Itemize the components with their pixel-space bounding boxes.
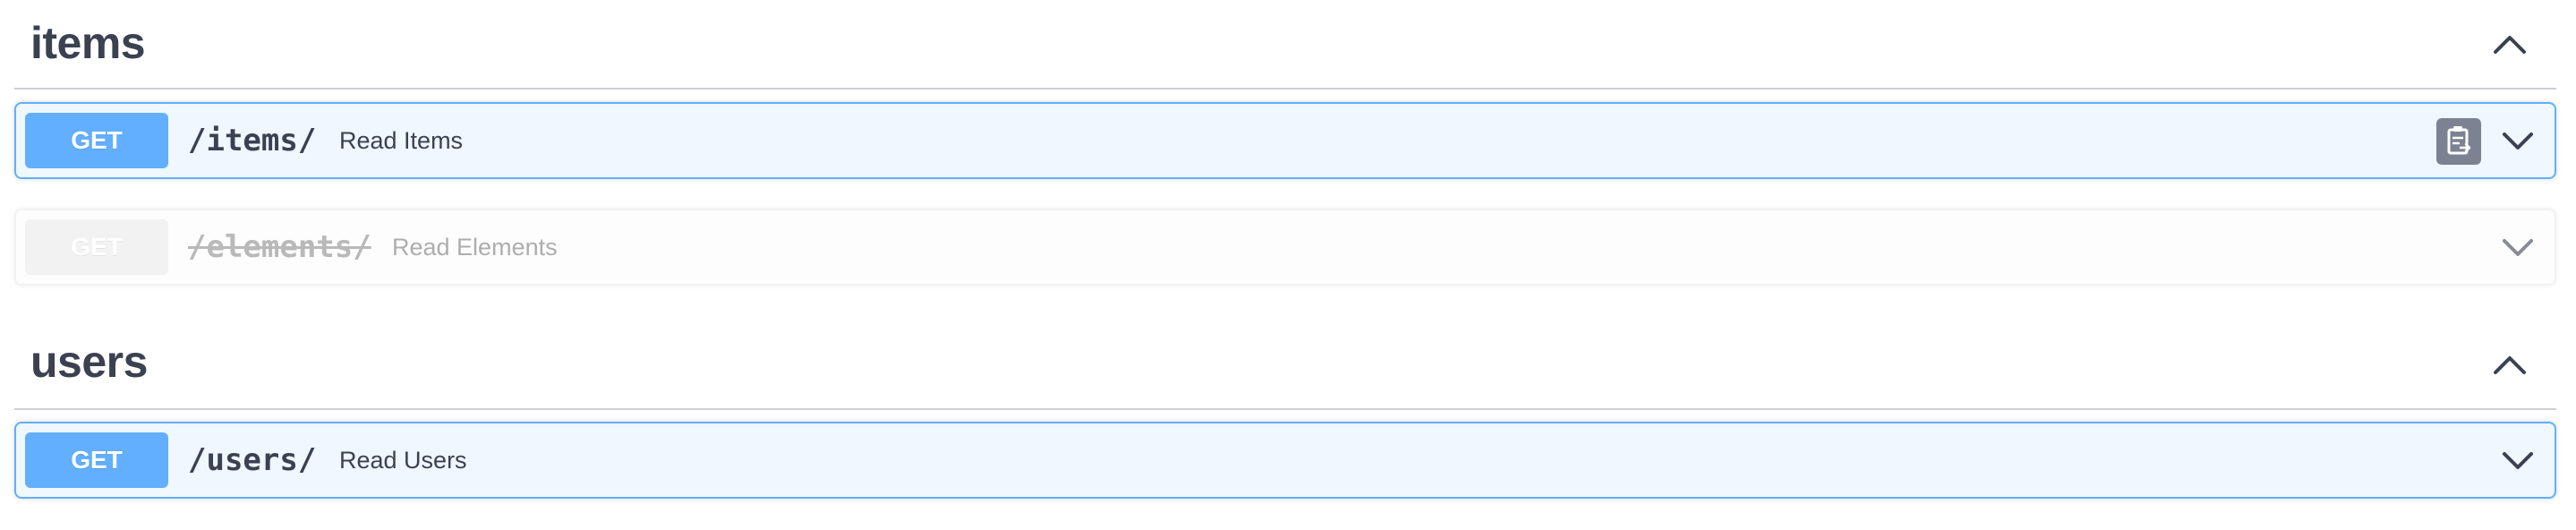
clipboard-copy-icon[interactable] [2436, 118, 2481, 165]
tag-title: items [30, 18, 146, 68]
operation-path: /items/ [188, 123, 317, 158]
chevron-down-icon[interactable] [2497, 120, 2538, 161]
tag-title: users [30, 337, 148, 387]
operation-summary: Read Users [339, 447, 467, 474]
method-badge: GET [25, 113, 168, 168]
operation-path: /elements/ [188, 229, 371, 265]
operation-get-items[interactable]: GET /items/ Read Items [14, 102, 2556, 179]
operation-get-users[interactable]: GET /users/ Read Users [14, 422, 2556, 499]
operation-summary: Read Elements [392, 234, 558, 261]
tag-header-items[interactable]: items [14, 0, 2556, 90]
chevron-down-icon[interactable] [2497, 440, 2538, 481]
chevron-up-icon[interactable] [2485, 20, 2535, 70]
operation-path: /users/ [188, 442, 317, 478]
chevron-down-icon[interactable] [2497, 227, 2538, 268]
operation-get-elements[interactable]: GET /elements/ Read Elements [14, 209, 2556, 286]
method-badge: GET [25, 432, 168, 488]
operation-summary: Read Items [339, 127, 464, 154]
tag-header-users[interactable]: users [14, 321, 2556, 410]
method-badge: GET [25, 219, 168, 275]
chevron-up-icon[interactable] [2485, 340, 2535, 390]
